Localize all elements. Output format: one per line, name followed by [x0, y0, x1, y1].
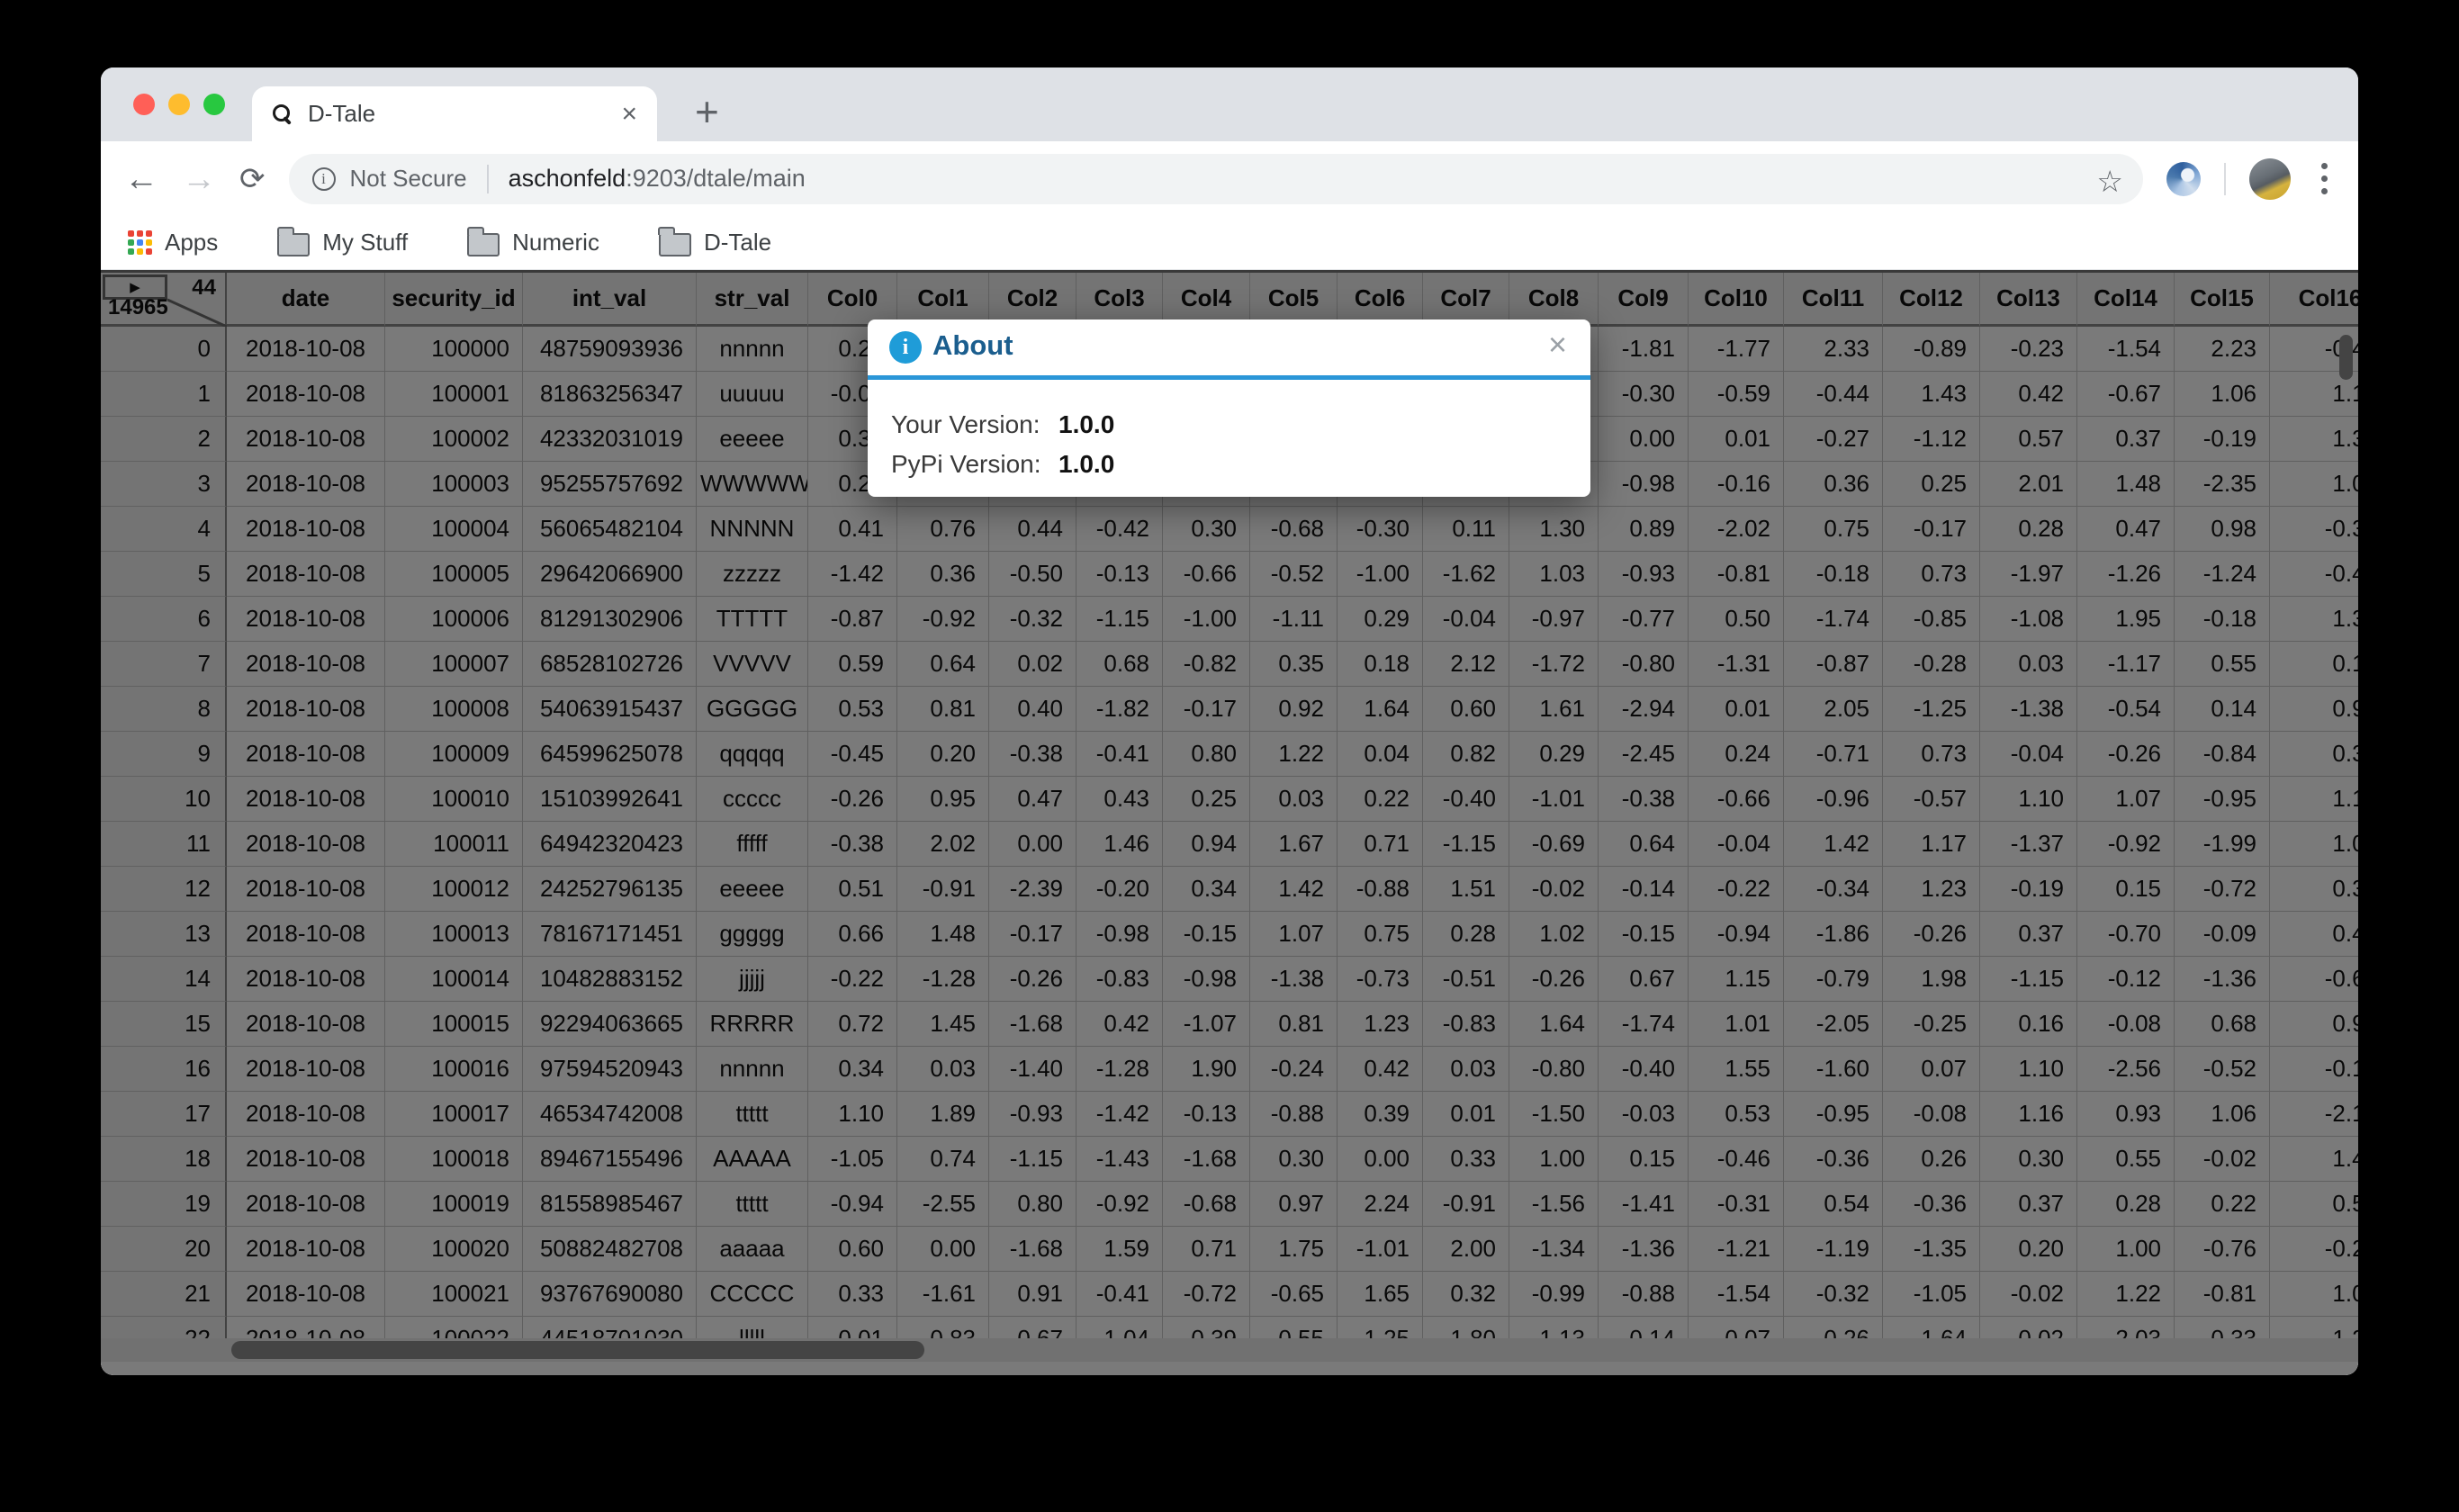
url-path: :9203/dtale/main [626, 165, 806, 192]
profile-avatar[interactable] [2249, 158, 2291, 200]
close-window-button[interactable] [133, 94, 155, 115]
folder-icon [659, 233, 691, 256]
about-modal: i About × Your Version:1.0.0PyPi Version… [868, 320, 1590, 497]
reload-button[interactable]: ⟳ [239, 164, 266, 194]
chrome-menu-button[interactable] [2314, 159, 2335, 198]
toolbar: ← → ⟳ i Not Secure aschonfeld:9203/dtale… [101, 141, 2358, 216]
browser-window: D-Tale × + ← → ⟳ i Not Secure aschonfeld… [101, 68, 2358, 1375]
bookmark-label: My Stuff [322, 229, 408, 256]
modal-title: About [932, 329, 1013, 362]
bookmark-label: D-Tale [704, 229, 771, 256]
version-label: PyPi Version: [891, 445, 1058, 484]
minimize-window-button[interactable] [168, 94, 190, 115]
browser-tab[interactable]: D-Tale × [252, 86, 657, 141]
version-value: 1.0.0 [1058, 405, 1114, 445]
security-label: Not Secure [350, 165, 467, 193]
modal-version-row: Your Version:1.0.0 [891, 405, 1590, 445]
bookmarks-bar: Apps My Stuff Numeric D-Tale [101, 216, 2358, 270]
address-bar[interactable]: i Not Secure aschonfeld:9203/dtale/main … [289, 154, 2144, 204]
bookmark-item-numeric[interactable]: Numeric [467, 229, 599, 256]
folder-icon [277, 233, 310, 256]
forward-button[interactable]: → [182, 162, 216, 196]
url-text[interactable]: aschonfeld:9203/dtale/main [509, 165, 806, 193]
info-icon[interactable]: i [312, 167, 336, 191]
bookmark-label: Numeric [512, 229, 599, 256]
tab-title: D-Tale [308, 100, 621, 128]
omnibox-divider [487, 165, 489, 194]
version-value: 1.0.0 [1058, 445, 1114, 484]
zoom-window-button[interactable] [203, 94, 225, 115]
magnifier-favicon-icon [272, 104, 293, 125]
new-tab-button[interactable]: + [695, 87, 719, 136]
apps-grid-icon [128, 230, 152, 255]
toolbar-divider [2224, 163, 2226, 195]
modal-header: i About × [868, 320, 1590, 375]
bookmark-item-apps[interactable]: Apps [128, 229, 218, 256]
info-circle-icon: i [889, 331, 922, 364]
folder-icon [467, 233, 500, 256]
tab-close-icon[interactable]: × [621, 101, 637, 128]
back-button[interactable]: ← [124, 162, 158, 196]
extension-icon[interactable] [2166, 162, 2201, 196]
modal-body: Your Version:1.0.0PyPi Version:1.0.0 [868, 380, 1590, 484]
tab-strip: D-Tale × + [101, 68, 2358, 141]
modal-close-icon[interactable]: × [1548, 328, 1567, 361]
bookmark-item-d-tale[interactable]: D-Tale [659, 229, 771, 256]
url-host: aschonfeld [509, 165, 626, 192]
page-content: ▶ 44 14965 datesecurity_idint_valstr_val… [101, 270, 2358, 1375]
version-label: Your Version: [891, 405, 1058, 445]
modal-version-row: PyPi Version:1.0.0 [891, 445, 1590, 484]
traffic-lights [133, 94, 225, 115]
bookmark-label: Apps [165, 229, 218, 256]
bookmark-star-icon[interactable]: ☆ [2096, 164, 2123, 199]
bookmark-item-my-stuff[interactable]: My Stuff [277, 229, 408, 256]
